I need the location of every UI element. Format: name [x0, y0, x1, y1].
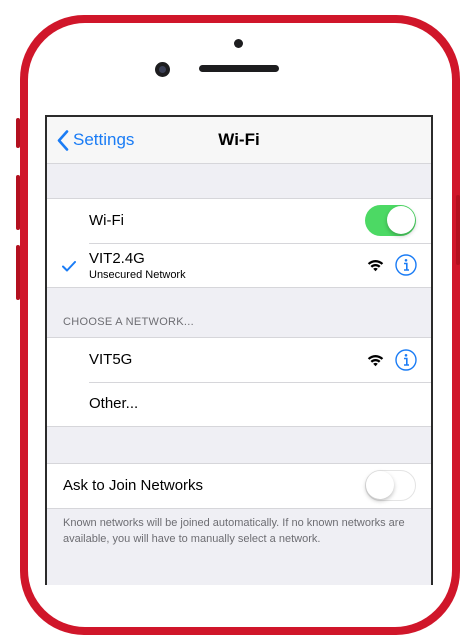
ask-to-join-group: Ask to Join Networks [47, 463, 431, 509]
networks-group: VIT5G Other... [47, 337, 431, 427]
wifi-toggle-row: Wi-Fi [47, 199, 431, 243]
wifi-signal-icon [367, 260, 384, 272]
choose-network-header: CHOOSE A NETWORK... [63, 316, 194, 328]
network-name: VIT5G [89, 351, 133, 368]
checkmark-icon [62, 261, 76, 272]
earpiece-speaker [199, 65, 279, 72]
ask-to-join-toggle[interactable] [365, 470, 416, 501]
wifi-toggle[interactable] [365, 205, 416, 236]
info-icon[interactable] [395, 349, 417, 371]
network-row[interactable]: VIT5G [47, 338, 431, 382]
wifi-group: Wi-Fi VIT2.4G Unsecured Network [47, 198, 431, 288]
proximity-sensor [234, 39, 243, 48]
volume-up-button [16, 175, 20, 230]
wifi-signal-icon [367, 355, 384, 367]
ask-to-join-row: Ask to Join Networks [47, 464, 431, 508]
current-network-row[interactable]: VIT2.4G Unsecured Network [47, 244, 431, 287]
volume-down-button [16, 245, 20, 300]
page-title: Wi-Fi [218, 130, 260, 149]
front-camera [155, 62, 170, 77]
current-network-name: VIT2.4G [89, 250, 145, 267]
other-network-label: Other... [89, 395, 139, 412]
ask-to-join-footer: Known networks will be joined automatica… [63, 517, 405, 545]
navigation-bar: Settings Wi-Fi [47, 117, 431, 164]
screen: Settings Wi-Fi Wi-Fi VIT2.4G Unsecured N… [45, 115, 433, 585]
info-icon[interactable] [395, 254, 417, 276]
other-network-row[interactable]: Other... [47, 383, 431, 426]
ask-to-join-label: Ask to Join Networks [63, 477, 204, 494]
toggle-knob [387, 206, 415, 234]
wifi-label: Wi-Fi [89, 212, 124, 229]
toggle-knob [366, 471, 394, 499]
current-network-status: Unsecured Network [89, 269, 186, 281]
power-button [456, 195, 460, 265]
mute-switch [16, 118, 20, 148]
